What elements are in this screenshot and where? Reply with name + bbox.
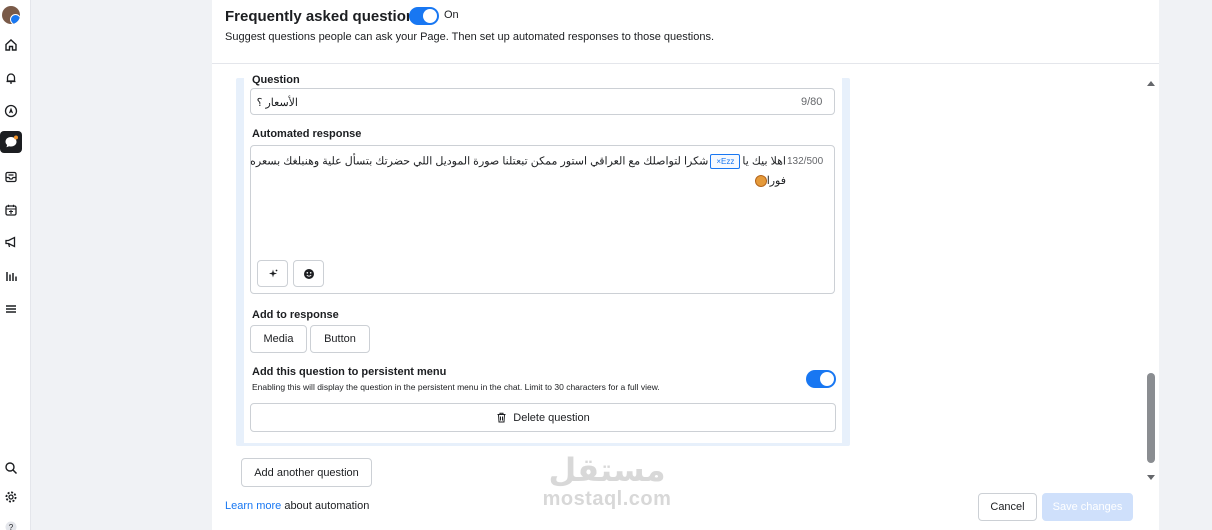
toggle-knob xyxy=(423,9,437,23)
bell-icon[interactable] xyxy=(0,67,22,89)
scrollable-content[interactable]: Question الأسعار ؟ 9/80 Automated respon… xyxy=(212,65,1159,489)
add-another-question-button[interactable]: Add another question xyxy=(241,458,372,487)
response-text-line-1: اهلا بيك ياEzz×شكرا لتواصلك مع العراقي ا… xyxy=(250,154,786,169)
emoji-button[interactable] xyxy=(293,260,324,287)
menu-icon[interactable] xyxy=(0,298,22,320)
response-char-counter: 132/500 xyxy=(787,156,824,167)
help-icon[interactable]: ? xyxy=(0,516,22,530)
question-value: الأسعار ؟ xyxy=(256,97,298,109)
toggle-state-label: On xyxy=(444,9,459,21)
svg-text:?: ? xyxy=(9,523,14,530)
face-emoji xyxy=(754,175,767,188)
persistent-menu-toggle[interactable] xyxy=(806,370,836,388)
automated-response-label: Automated response xyxy=(252,128,362,140)
calendar-icon[interactable] xyxy=(0,199,22,221)
question-panel: Question الأسعار ؟ 9/80 Automated respon… xyxy=(236,74,850,446)
chat-icon[interactable] xyxy=(0,131,22,153)
avatar[interactable] xyxy=(2,6,20,24)
question-char-counter: 9/80 xyxy=(801,96,823,108)
page-subtitle: Suggest questions people can ask your Pa… xyxy=(225,31,715,43)
persistent-menu-description: Enabling this will display the question … xyxy=(252,382,660,392)
question-label: Question xyxy=(252,74,300,86)
about-automation-text: about automation xyxy=(281,500,370,512)
toggle-knob xyxy=(820,372,834,386)
faq-settings-card: Frequently asked questions On Suggest qu… xyxy=(212,0,1159,530)
delete-question-label: Delete question xyxy=(513,411,590,424)
add-to-response-label: Add to response xyxy=(252,309,339,321)
footer-help-text: Learn more about automation xyxy=(225,500,369,512)
persistent-menu-label: Add this question to persistent menu xyxy=(252,366,447,378)
response-text-line-2: فورا xyxy=(752,174,786,188)
scroll-thumb[interactable] xyxy=(1147,373,1155,463)
page-title: Frequently asked questions xyxy=(225,8,424,25)
media-button[interactable]: Media xyxy=(250,325,307,353)
response-greeting: اهلا بيك يا xyxy=(742,155,786,168)
response-body: شكرا لتواصلك مع العراقي استور ممكن تبعتل… xyxy=(250,155,709,168)
watermark-arabic: مستقل xyxy=(548,451,666,489)
question-editor: Question الأسعار ؟ 9/80 Automated respon… xyxy=(244,74,842,443)
response-tail: فورا xyxy=(766,175,786,187)
automated-response-field[interactable]: 132/500 اهلا بيك ياEzz×شكرا لتواصلك مع ا… xyxy=(250,145,835,294)
cancel-button[interactable]: Cancel xyxy=(978,493,1037,521)
home-icon[interactable] xyxy=(0,34,22,56)
megaphone-icon[interactable] xyxy=(0,231,22,253)
gear-icon[interactable] xyxy=(0,486,22,508)
delete-question-button[interactable]: Delete question xyxy=(250,403,836,432)
compass-icon[interactable] xyxy=(0,100,22,122)
first-name-chip[interactable]: Ezz× xyxy=(710,154,741,169)
inbox-icon[interactable] xyxy=(0,166,22,188)
trash-icon xyxy=(497,412,506,423)
sparkle-icon xyxy=(268,269,277,277)
question-input[interactable]: الأسعار ؟ 9/80 xyxy=(250,88,835,115)
left-navigation-rail: ? xyxy=(0,0,31,530)
button-button[interactable]: Button xyxy=(310,325,370,353)
watermark: مستقل mostaql.com xyxy=(537,452,677,510)
scroll-down-arrow[interactable] xyxy=(1147,475,1155,480)
search-icon[interactable] xyxy=(0,457,22,479)
scroll-up-arrow[interactable] xyxy=(1147,81,1155,86)
learn-more-link[interactable]: Learn more xyxy=(225,500,281,512)
save-changes-button[interactable]: Save changes xyxy=(1042,493,1133,521)
bar-chart-icon[interactable] xyxy=(0,265,22,287)
chip-label: Ezz xyxy=(721,157,735,166)
faq-toggle[interactable] xyxy=(409,7,439,25)
watermark-latin: mostaql.com xyxy=(542,488,672,510)
smiley-icon xyxy=(303,268,314,279)
right-gutter xyxy=(1159,0,1212,530)
ai-sparkle-button[interactable] xyxy=(257,260,288,287)
card-header: Frequently asked questions On Suggest qu… xyxy=(212,0,1159,64)
